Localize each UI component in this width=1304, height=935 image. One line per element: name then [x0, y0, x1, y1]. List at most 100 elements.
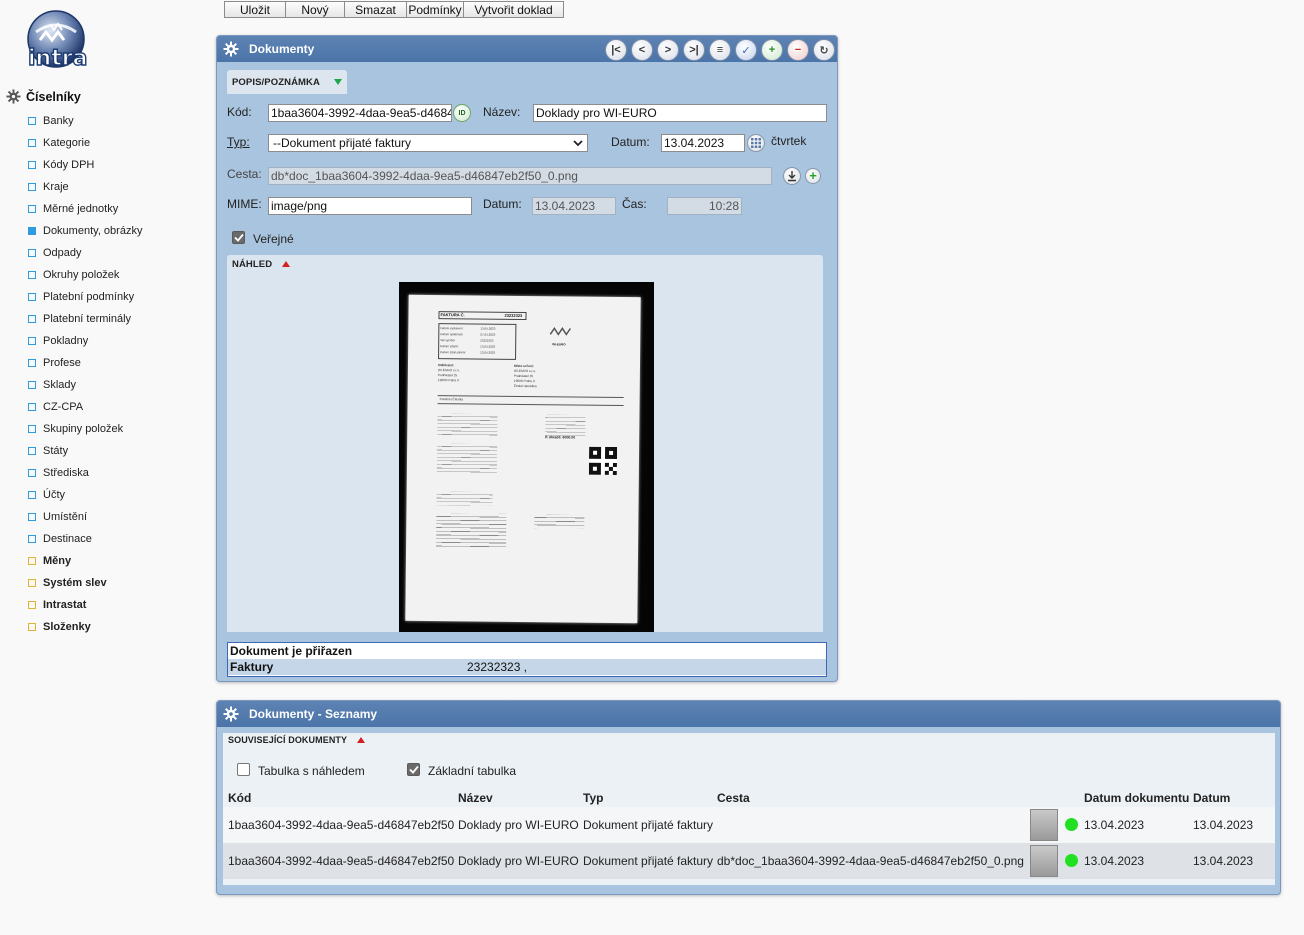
gear-icon[interactable] [223, 706, 239, 722]
tab-preview-label: NÁHLED [232, 258, 273, 270]
sidebar-item[interactable]: Kraje [28, 176, 142, 198]
row-thumbnail-icon[interactable] [1030, 809, 1058, 841]
remove-icon[interactable]: − [787, 39, 809, 61]
sidebar-item[interactable]: Sklady [28, 374, 142, 396]
upload-date-label: Datum: [483, 197, 522, 211]
sidebar-item[interactable]: Účty [28, 484, 142, 506]
sidebar-item-label: Platební terminály [43, 313, 132, 325]
table-row[interactable]: 1baa3604-3992-4daa-9ea5-d46847eb2f50 Dok… [223, 843, 1275, 879]
delete-button[interactable]: Smazat [344, 1, 407, 18]
sidebar-item[interactable]: Banky [28, 110, 142, 132]
public-label: Veřejné [253, 232, 294, 246]
tab-description[interactable]: POPIS/POZNÁMKA [227, 70, 347, 94]
last-record-icon[interactable]: >| [683, 39, 705, 61]
sidebar-item[interactable]: Odpady [28, 242, 142, 264]
col-name[interactable]: Název [458, 791, 493, 805]
row-path: db*doc_1baa3604-3992-4daa-9ea5-d46847eb2… [717, 854, 1024, 868]
sidebar-item[interactable]: Kódy DPH [28, 154, 142, 176]
sidebar-item[interactable]: Kategorie [28, 132, 142, 154]
invoice-total: K úhradě: 6000.00 [545, 435, 576, 440]
basic-table-label: Základní tabulka [428, 764, 517, 778]
name-input[interactable]: Doklady pro WI-EURO [533, 104, 827, 122]
page-icon [28, 205, 36, 213]
sidebar-item[interactable]: Střediska [28, 462, 142, 484]
col-document-date[interactable]: Datum dokumentu [1084, 791, 1189, 805]
calendar-icon[interactable] [747, 134, 765, 152]
documents-panel-title: Dokumenty [249, 42, 315, 56]
page-icon [28, 447, 36, 455]
folder-icon [28, 557, 36, 565]
conditions-button[interactable]: Podmínky [406, 1, 464, 18]
col-type[interactable]: Typ [583, 791, 603, 805]
invoice-info-labels: Datum vystavení Datum splatnosti Var.symbo… [440, 326, 466, 355]
sidebar-item[interactable]: Systém slev [28, 572, 142, 594]
basic-table-checkbox[interactable] [407, 763, 420, 776]
intra-logo[interactable]: intra [24, 10, 92, 72]
sidebar-item[interactable]: Platební podmínky [28, 286, 142, 308]
confirm-icon[interactable]: ✓ [735, 39, 757, 61]
mime-input[interactable]: image/png [268, 197, 472, 215]
sidebar-item-label: Destinace [43, 533, 92, 545]
tab-preview[interactable]: NÁHLED [227, 255, 823, 273]
sidebar-item[interactable]: Intrastat [28, 594, 142, 616]
col-code[interactable]: Kód [228, 791, 251, 805]
sidebar-title[interactable]: Číselníky [6, 89, 81, 104]
page-icon [28, 469, 36, 477]
first-record-icon[interactable]: |< [605, 39, 627, 61]
create-document-button[interactable]: Vytvořit doklad [463, 1, 564, 18]
invoice-customer: Místo určení: WI-EURO s.r.o. Podnikatel 2… [513, 363, 537, 389]
sidebar-item[interactable]: Skupiny položek [28, 418, 142, 440]
sidebar-item[interactable]: Státy [28, 440, 142, 462]
sidebar-item[interactable]: Složenky [28, 616, 142, 638]
page-icon [28, 183, 36, 191]
col-path[interactable]: Cesta [717, 791, 750, 805]
sidebar-item[interactable]: Měrné jednotky [28, 198, 142, 220]
gear-icon [6, 89, 21, 104]
refresh-icon[interactable]: ↻ [813, 39, 835, 61]
sidebar-item-label: Měrné jednotky [43, 203, 119, 215]
tab-related-documents[interactable]: SOUVISEJÍCÍ DOKUMENTY [223, 733, 1275, 747]
type-label: Typ: [227, 135, 250, 149]
sidebar-item-label: Dokumenty, obrázky [43, 225, 143, 237]
preview-table-checkbox[interactable] [237, 763, 250, 776]
table-row[interactable]: 1baa3604-3992-4daa-9ea5-d46847eb2f50 Dok… [223, 807, 1275, 843]
row-thumbnail-icon[interactable] [1030, 845, 1058, 877]
add-icon[interactable]: + [761, 39, 783, 61]
type-select[interactable]: --Dokument přijaté faktury [268, 134, 588, 152]
sidebar-item-label: Měny [43, 555, 72, 567]
invoice-info-values: 13.04.2023 27.04.2023 23232323 13.04.2023 13… [480, 326, 496, 355]
sidebar-item[interactable]: CZ-CPA [28, 396, 142, 418]
prev-record-icon[interactable]: < [631, 39, 653, 61]
sidebar-item[interactable]: Destinace [28, 528, 142, 550]
document-preview-image[interactable]: FAKTURA Č. 23232323 Datum vystavení Datum… [399, 282, 654, 632]
folder-icon [28, 601, 36, 609]
sidebar-item[interactable]: Okruhy položek [28, 264, 142, 286]
save-button[interactable]: Uložit [224, 1, 286, 18]
related-documents-area: SOUVISEJÍCÍ DOKUMENTY Tabulka s náhledem… [223, 733, 1275, 885]
public-checkbox[interactable] [232, 231, 245, 244]
sidebar-item[interactable]: Měny [28, 550, 142, 572]
new-button[interactable]: Nový [285, 1, 345, 18]
checkmark-icon [233, 233, 244, 242]
add-file-icon[interactable]: + [805, 168, 821, 184]
sidebar-item[interactable]: Pokladny [28, 330, 142, 352]
sidebar-item[interactable]: Dokumenty, obrázky [28, 220, 142, 242]
row-document-date: 13.04.2023 [1084, 818, 1145, 832]
status-dot-icon [1065, 818, 1078, 831]
code-input[interactable]: 1baa3604-3992-4daa-9ea5-d46847eb2f50 [268, 104, 452, 122]
row-name: Doklady pro WI-EURO [458, 854, 579, 868]
documents-panel-header: Dokumenty |< < > >| ≡ ✓ + − ↻ [217, 36, 837, 62]
assigned-row[interactable]: Faktury 23232323 , [228, 659, 826, 675]
download-icon[interactable] [783, 167, 801, 185]
row-code: 1baa3604-3992-4daa-9ea5-d46847eb2f50 [228, 818, 455, 832]
sidebar-item[interactable]: Umístění [28, 506, 142, 528]
id-lookup-icon[interactable]: ID [453, 104, 471, 122]
sidebar-item[interactable]: Platební terminály [28, 308, 142, 330]
list-icon[interactable]: ≡ [709, 39, 731, 61]
name-label: Název: [483, 105, 521, 119]
sidebar-item[interactable]: Profese [28, 352, 142, 374]
next-record-icon[interactable]: > [657, 39, 679, 61]
page-icon [28, 359, 36, 367]
gear-icon[interactable] [223, 41, 239, 57]
date-input[interactable]: 13.04.2023 [661, 134, 745, 152]
